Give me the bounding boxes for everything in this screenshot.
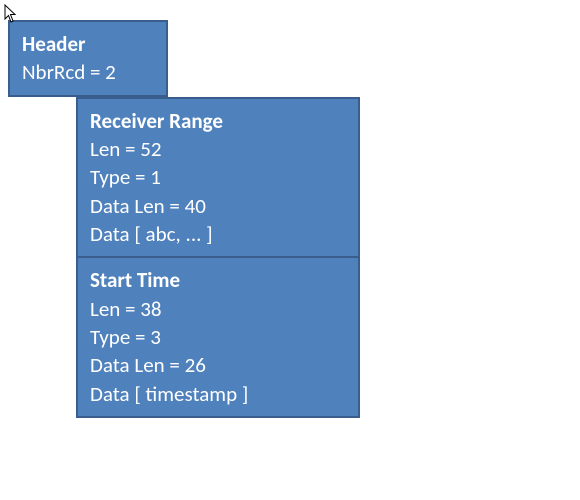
header-block: Header NbrRcd = 2: [8, 20, 168, 97]
record-title: Receiver Range: [90, 107, 346, 135]
record-block-start-time: Start Time Len = 38 Type = 3 Data Len = …: [76, 256, 360, 418]
record-title: Start Time: [90, 266, 346, 294]
record-len: Len = 52: [90, 135, 346, 163]
record-data: Data [ timestamp ]: [90, 380, 346, 408]
record-data: Data [ abc, ... ]: [90, 220, 346, 248]
record-datalen: Data Len = 26: [90, 351, 346, 379]
record-type: Type = 1: [90, 163, 346, 191]
header-nbrrcd: NbrRcd = 2: [22, 58, 154, 86]
header-title: Header: [22, 30, 154, 58]
record-type: Type = 3: [90, 323, 346, 351]
record-len: Len = 38: [90, 295, 346, 323]
record-datalen: Data Len = 40: [90, 192, 346, 220]
record-block-receiver-range: Receiver Range Len = 52 Type = 1 Data Le…: [76, 97, 360, 259]
